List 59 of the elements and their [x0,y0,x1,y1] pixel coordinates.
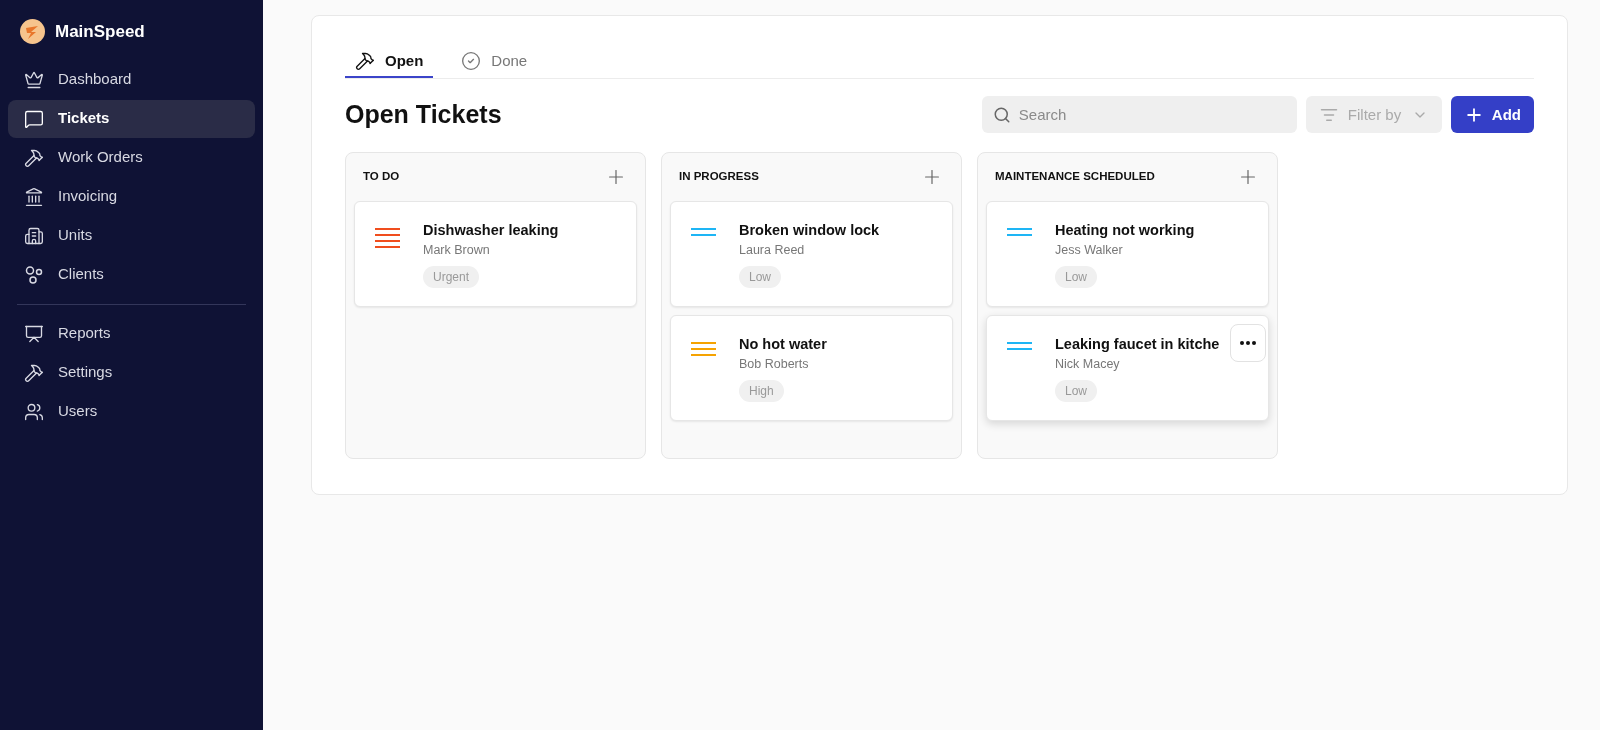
tab[interactable]: Done [451,46,538,78]
column-title: TO DO [363,168,400,184]
hammer-icon [24,147,44,168]
priority-lines-icon [375,227,400,250]
ticket-assignee: Laura Reed [739,241,805,259]
sidebar-item[interactable]: Dashboard [8,60,255,99]
priority-tag: Low [1055,265,1097,288]
ticket-card[interactable]: No hot water Bob Roberts High [670,314,953,421]
ticket-assignee: Nick Macey [1055,355,1120,373]
sidebar-item[interactable]: Users [8,392,255,431]
column-title: MAINTENANCE SCHEDULED [995,168,1155,184]
ticket-title: No hot water [739,334,827,354]
hammer-icon [24,362,44,383]
search-icon [992,105,1011,124]
more-icon [1240,340,1256,345]
crown-icon [24,69,44,90]
circles-icon [24,264,44,285]
ticket-title: Leaking faucet in kitche [1055,334,1220,354]
sidebar-item[interactable]: Clients [8,255,255,294]
ticket-assignee: Bob Roberts [739,355,809,373]
ticket-card[interactable]: Dishwasher leaking Mark Brown Urgent [354,200,637,307]
column-title: IN PROGRESS [679,168,759,184]
building-icon [24,225,44,246]
ticket-assignee: Jess Walker [1055,241,1123,259]
bank-icon [24,186,44,207]
priority-tag: High [739,379,784,402]
search-input[interactable]: Search [1018,103,1286,126]
sidebar-item[interactable]: Invoicing [8,177,255,216]
users-icon [24,401,44,422]
priority-lines-icon [691,227,716,238]
ticket-card[interactable]: Leaking faucet in kitche Nick Macey Low [986,314,1269,421]
priority-lines-icon [691,341,716,358]
add-button[interactable]: Add [1450,96,1534,134]
ticket-title: Broken window lock [739,220,880,240]
sidebar-item[interactable]: Work Orders [8,138,255,177]
speech-bubble-icon [24,108,44,129]
more-menu-button[interactable] [1230,323,1266,362]
sidebar-item[interactable]: Settings [8,353,255,392]
ticket-card[interactable]: Heating not working Jess Walker Low [986,200,1269,307]
ticket-card[interactable]: Broken window lock Laura Reed Low [670,200,953,307]
search-field[interactable]: Search [981,96,1297,134]
check-circle-icon [461,51,482,71]
logo-icon [20,19,45,45]
priority-tag: Low [1055,379,1097,402]
priority-tag: Urgent [423,265,480,288]
hammer-icon [355,51,375,71]
sidebar-item[interactable]: Tickets [8,99,255,138]
ticket-title: Heating not working [1055,220,1195,240]
tab[interactable]: Open [345,46,434,78]
presentation-board-icon [24,323,44,344]
brand-name: MainSpeed [55,21,145,43]
sidebar-item[interactable]: Reports [8,314,255,353]
priority-lines-icon [1007,341,1032,352]
sidebar-item[interactable]: Units [8,216,255,255]
page-title: Open Tickets [345,99,503,130]
priority-lines-icon [1007,227,1032,238]
priority-tag: Low [739,265,781,288]
ticket-assignee: Mark Brown [423,241,490,259]
ticket-title: Dishwasher leaking [423,220,559,240]
